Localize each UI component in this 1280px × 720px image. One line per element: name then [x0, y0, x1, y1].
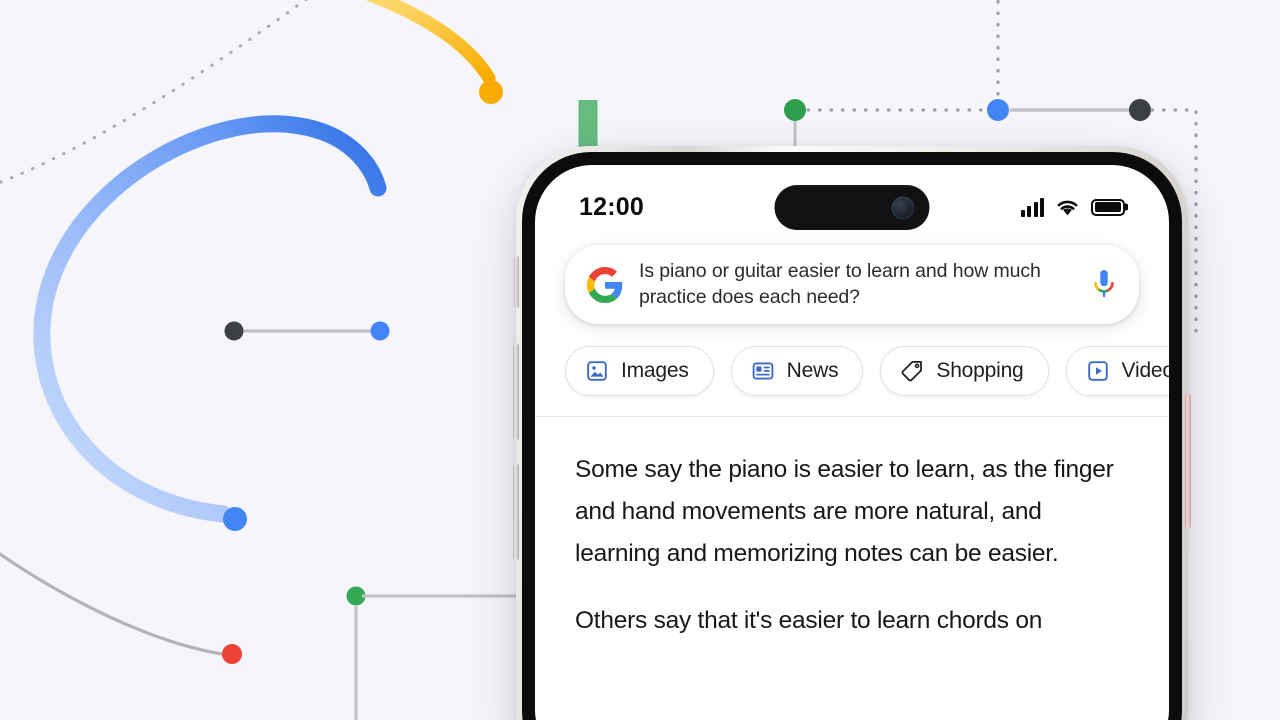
answer-paragraph: Some say the piano is easier to learn, a… [575, 456, 1114, 567]
phone-mockup: 12:00 Is piano or guitar easier to learn… [513, 146, 1191, 720]
yellow-arc-endpoint-dot [479, 80, 503, 104]
dynamic-island [774, 185, 930, 230]
status-bar-indicators [1020, 197, 1125, 217]
connector-dark-dot-left [224, 321, 244, 341]
tag-icon [901, 361, 923, 382]
volume-down-button[interactable] [513, 464, 519, 560]
front-camera-icon [891, 196, 915, 219]
blue-arc-endpoint-dot [223, 507, 247, 531]
red-curve-endpoint-dot [222, 644, 242, 664]
image-icon [587, 361, 607, 382]
answer-paragraph: Others say that it's easier to learn cho… [575, 607, 1043, 635]
chip-images[interactable]: Images [565, 346, 714, 397]
cellular-signal-icon [1020, 197, 1044, 217]
chip-videos[interactable]: Videos [1065, 346, 1169, 397]
wifi-icon [1057, 200, 1078, 215]
search-bar[interactable]: Is piano or guitar easier to learn and h… [565, 245, 1139, 325]
google-microphone-icon[interactable] [1089, 267, 1119, 303]
volume-up-button[interactable] [513, 344, 519, 440]
search-bar-container: Is piano or guitar easier to learn and h… [535, 239, 1169, 325]
phone-screen: 12:00 Is piano or guitar easier to learn… [535, 165, 1169, 720]
chip-news[interactable]: News [730, 346, 864, 397]
green-bracket-dot [784, 99, 806, 121]
connector-blue-dot-top [987, 99, 1009, 121]
answer-body: Some say the piano is easier to learn, a… [535, 417, 1169, 642]
yellow-arc [365, 0, 496, 85]
status-bar-time: 12:00 [579, 192, 644, 221]
google-g-logo [587, 266, 623, 303]
chip-shopping[interactable]: Shopping [880, 346, 1049, 397]
chip-label: Shopping [936, 359, 1024, 383]
chip-label: Images [621, 359, 689, 383]
search-filter-chips: Images News Shopping Video [535, 324, 1169, 416]
mute-switch-button[interactable] [514, 256, 519, 308]
battery-icon [1091, 198, 1125, 216]
connector-blue-dot-left [370, 321, 390, 341]
play-box-icon [1087, 361, 1108, 382]
chip-label: Videos [1121, 359, 1169, 383]
connector-green-lower-left [354, 594, 520, 720]
status-bar: 12:00 [535, 165, 1169, 239]
power-button[interactable] [1185, 394, 1191, 528]
search-query-text: Is piano or guitar easier to learn and h… [639, 260, 1041, 308]
grey-curve-bottom-left [0, 552, 224, 656]
blue-arc [33, 115, 387, 523]
article-icon [752, 362, 774, 381]
chip-label: News [786, 359, 839, 383]
connector-dark-dot-top [1129, 99, 1151, 121]
